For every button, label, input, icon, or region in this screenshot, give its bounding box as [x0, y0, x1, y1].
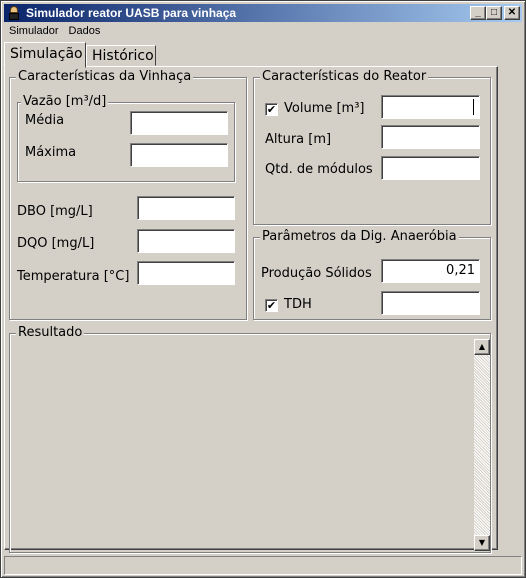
group-reator: Características do Reator ✔ Volume [m³] …	[253, 69, 491, 225]
status-bar	[4, 556, 522, 575]
text-cursor	[473, 99, 474, 115]
producao-input[interactable]: 0,21	[381, 259, 480, 283]
tab-simulacao[interactable]: Simulação	[4, 42, 86, 68]
media-input[interactable]	[130, 111, 228, 135]
volume-input[interactable]	[381, 95, 480, 119]
maximize-icon: □	[490, 7, 498, 18]
minimize-button[interactable]: _	[470, 6, 486, 20]
producao-label: Produção Sólidos	[261, 266, 372, 281]
tdh-input[interactable]	[381, 291, 480, 315]
resultado-scrollbar[interactable]: ▲ ▼	[474, 339, 490, 551]
title-bar[interactable]: Simulador reator UASB para vinhaça _ □ ✕	[4, 4, 522, 22]
modulos-input[interactable]	[381, 156, 480, 180]
close-icon: ✕	[507, 7, 517, 18]
maxima-label: Máxima	[25, 145, 77, 160]
window-title: Simulador reator UASB para vinhaça	[26, 6, 237, 20]
group-parametros: Parâmetros da Dig. Anaeróbia Produção Só…	[253, 229, 491, 320]
dqo-input[interactable]	[137, 229, 235, 253]
close-button[interactable]: ✕	[504, 6, 520, 20]
group-vazao-title: Vazão [m³/d]	[21, 94, 109, 109]
window-controls: _ □ ✕	[470, 6, 520, 20]
dqo-label: DQO [mg/L]	[17, 236, 95, 251]
group-vazao: Vazão [m³/d] Média Máxima	[17, 94, 235, 182]
check-icon: ✔	[266, 103, 277, 116]
resultado-text[interactable]	[13, 341, 485, 549]
menu-bar: Simulador Dados	[4, 22, 522, 40]
temperatura-label: Temperatura [°C]	[17, 269, 130, 284]
maxima-input[interactable]	[130, 143, 228, 167]
menu-simulador[interactable]: Simulador	[4, 25, 64, 37]
group-vinhaca: Características da Vinhaça Vazão [m³/d] …	[9, 69, 247, 320]
tab-historico[interactable]: Histórico	[86, 45, 156, 66]
app-window: Simulador reator UASB para vinhaça _ □ ✕…	[0, 0, 526, 578]
modulos-label: Qtd. de módulos	[265, 162, 373, 177]
group-reator-title: Características do Reator	[260, 69, 429, 84]
scroll-up-button[interactable]: ▲	[474, 339, 490, 355]
volume-checkbox[interactable]: ✔	[265, 103, 278, 116]
menu-dados[interactable]: Dados	[64, 25, 106, 37]
tdh-checkbox[interactable]: ✔	[265, 299, 278, 312]
group-resultado-title: Resultado	[16, 325, 85, 340]
minimize-icon: _	[475, 7, 481, 18]
altura-label: Altura [m]	[265, 132, 332, 147]
scroll-down-button[interactable]: ▼	[474, 535, 490, 551]
dbo-label: DBO [mg/L]	[17, 204, 93, 219]
app-icon	[7, 6, 21, 20]
temperatura-input[interactable]	[137, 261, 235, 285]
volume-label: Volume [m³]	[284, 101, 365, 116]
altura-input[interactable]	[381, 125, 480, 149]
group-parametros-title: Parâmetros da Dig. Anaeróbia	[260, 229, 459, 244]
dbo-input[interactable]	[137, 196, 235, 220]
maximize-button[interactable]: □	[486, 6, 502, 20]
tab-panel-simulacao: Características da Vinhaça Vazão [m³/d] …	[4, 66, 498, 553]
tdh-label: TDH	[284, 297, 312, 312]
check-icon: ✔	[266, 299, 277, 312]
scroll-down-icon: ▼	[478, 538, 486, 547]
scroll-up-icon: ▲	[478, 342, 486, 351]
media-label: Média	[25, 113, 65, 128]
group-vinhaca-title: Características da Vinhaça	[16, 69, 194, 84]
